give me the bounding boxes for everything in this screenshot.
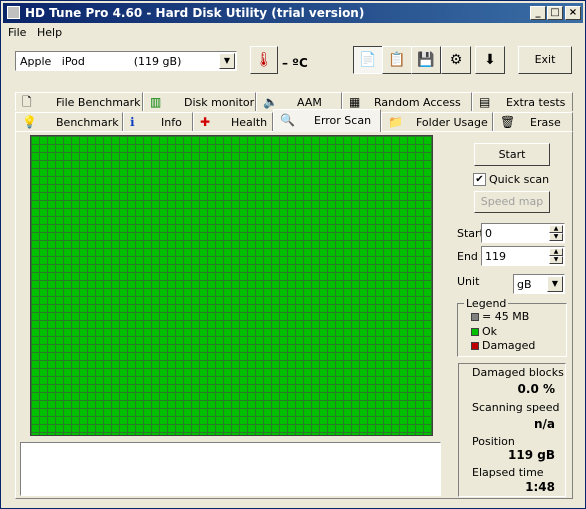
chevron-down-icon[interactable]: ▼ <box>547 276 563 292</box>
app-window: HD Tune Pro 4.60 - Hard Disk Utility (tr… <box>0 0 586 509</box>
legend-damaged-swatch <box>471 342 479 350</box>
chevron-down-icon[interactable]: ▼ <box>219 53 235 69</box>
floppy-icon: 💾 <box>417 52 435 68</box>
arrow-down-icon: ⬇ <box>484 52 496 68</box>
tab-erase[interactable]: 🗑 Erase <box>493 112 573 131</box>
download-button[interactable]: ⬇ <box>475 46 505 74</box>
start-value: 0 <box>485 227 492 240</box>
scan-block-map <box>30 135 433 436</box>
tab-label: Extra tests <box>506 96 566 109</box>
tab-label: AAM <box>297 96 322 109</box>
disk-monitor-icon: ▥ <box>150 95 162 109</box>
tab-label: Health <box>231 116 268 129</box>
end-value: 119 <box>485 250 506 263</box>
menu-help[interactable]: Help <box>37 26 62 39</box>
drive-select-value: Apple iPod (119 gB) <box>20 55 182 68</box>
stepper-up-icon[interactable]: ▲ <box>549 225 563 233</box>
unit-select[interactable]: gB ▼ <box>513 274 565 294</box>
tab-error-scan[interactable]: 🔍 Error Scan <box>273 109 381 132</box>
unit-label: Unit <box>457 275 480 288</box>
tab-health[interactable]: ✚ Health <box>193 112 273 131</box>
maximize-button[interactable]: □ <box>547 6 563 20</box>
temperature-readout: – ºC <box>282 56 308 70</box>
copy-screenshot-icon: 📋 <box>388 52 406 68</box>
close-button[interactable]: × <box>565 6 581 20</box>
tab-label: Disk monitor <box>184 96 255 109</box>
legend-damaged-label: Damaged <box>482 339 536 352</box>
lightbulb-icon: 💡 <box>22 115 37 129</box>
tab-label: Info <box>161 116 182 129</box>
menu-file[interactable]: File <box>8 26 26 39</box>
trash-icon: 🗑 <box>500 115 516 129</box>
legend-title: Legend <box>464 297 509 310</box>
health-cross-icon: ✚ <box>200 115 211 129</box>
start-field-label: Start <box>457 227 484 240</box>
exit-button[interactable]: Exit <box>518 46 572 74</box>
elapsed-time-value: 1:48 <box>525 480 555 494</box>
position-value: 119 gB <box>508 448 555 462</box>
menu-bar: File Help <box>3 24 583 42</box>
unit-value: gB <box>517 278 532 291</box>
speed-map-button[interactable]: Speed map <box>474 191 550 213</box>
copy-text-button[interactable]: 📄 <box>353 46 383 74</box>
drive-select[interactable]: Apple iPod (119 gB) ▼ <box>15 51 237 71</box>
file-benchmark-icon: 🗋 <box>22 95 32 109</box>
legend-box: Legend = 45 MB Ok Damaged <box>457 297 567 357</box>
thermometer-icon[interactable]: 🌡 <box>250 46 278 74</box>
app-icon <box>7 6 20 19</box>
tab-label: File Benchmark <box>56 96 141 109</box>
scan-stats-box: Damaged blocks 0.0 % Scanning speed n/a … <box>458 363 566 497</box>
tab-benchmark[interactable]: 💡 Benchmark <box>15 112 123 131</box>
tab-extra-tests[interactable]: ▤ Extra tests <box>472 92 573 111</box>
stepper-down-icon[interactable]: ▼ <box>549 233 563 241</box>
extra-tests-icon: ▤ <box>479 95 491 109</box>
scanning-speed-label: Scanning speed <box>472 401 560 414</box>
stepper-up-icon[interactable]: ▲ <box>549 248 563 256</box>
elapsed-time-label: Elapsed time <box>472 466 544 479</box>
tab-label: Erase <box>530 116 561 129</box>
magnifier-icon: 🔍 <box>280 113 295 127</box>
folder-icon: 📁 <box>388 115 403 129</box>
stepper-down-icon[interactable]: ▼ <box>549 256 563 264</box>
tab-label: Folder Usage <box>416 116 488 129</box>
legend-block-size: = 45 MB <box>482 310 530 323</box>
copy-text-icon: 📄 <box>359 52 377 68</box>
damaged-blocks-value: 0.0 % <box>517 382 555 396</box>
damaged-blocks-label: Damaged blocks <box>472 366 564 379</box>
options-icon: ⚙ <box>449 52 463 68</box>
save-button[interactable]: 💾 <box>411 46 441 74</box>
tab-label: Error Scan <box>314 114 372 127</box>
random-access-icon: ▦ <box>349 95 361 109</box>
copy-screenshot-button[interactable]: 📋 <box>382 46 412 74</box>
quick-scan-checkbox[interactable]: ✔ <box>473 173 486 186</box>
position-label: Position <box>472 435 515 448</box>
legend-ok-swatch <box>471 328 479 336</box>
end-stepper[interactable]: 119 ▲ ▼ <box>481 246 565 266</box>
window-title: HD Tune Pro 4.60 - Hard Disk Utility (tr… <box>25 6 365 20</box>
info-icon: ℹ <box>130 115 135 129</box>
tab-info[interactable]: ℹ Info <box>123 112 193 131</box>
tab-folder-usage[interactable]: 📁 Folder Usage <box>381 112 493 131</box>
speaker-icon: 🔈 <box>263 95 278 109</box>
legend-ok-label: Ok <box>482 325 498 338</box>
minimize-button[interactable]: _ <box>530 6 546 20</box>
scanning-speed-value: n/a <box>533 417 555 431</box>
tab-label: Random Access <box>374 96 461 109</box>
legend-block-swatch <box>471 313 479 321</box>
scan-log <box>20 442 441 496</box>
tab-disk-monitor[interactable]: ▥ Disk monitor <box>143 92 256 111</box>
start-stepper[interactable]: 0 ▲ ▼ <box>481 223 565 243</box>
options-button[interactable]: ⚙ <box>441 46 471 74</box>
tab-label: Benchmark <box>56 116 119 129</box>
tab-file-benchmark[interactable]: 🗋 File Benchmark <box>15 92 143 111</box>
start-button[interactable]: Start <box>474 143 550 166</box>
quick-scan-label: Quick scan <box>489 173 550 186</box>
end-field-label: End <box>457 250 478 263</box>
title-bar: HD Tune Pro 4.60 - Hard Disk Utility (tr… <box>3 3 583 23</box>
